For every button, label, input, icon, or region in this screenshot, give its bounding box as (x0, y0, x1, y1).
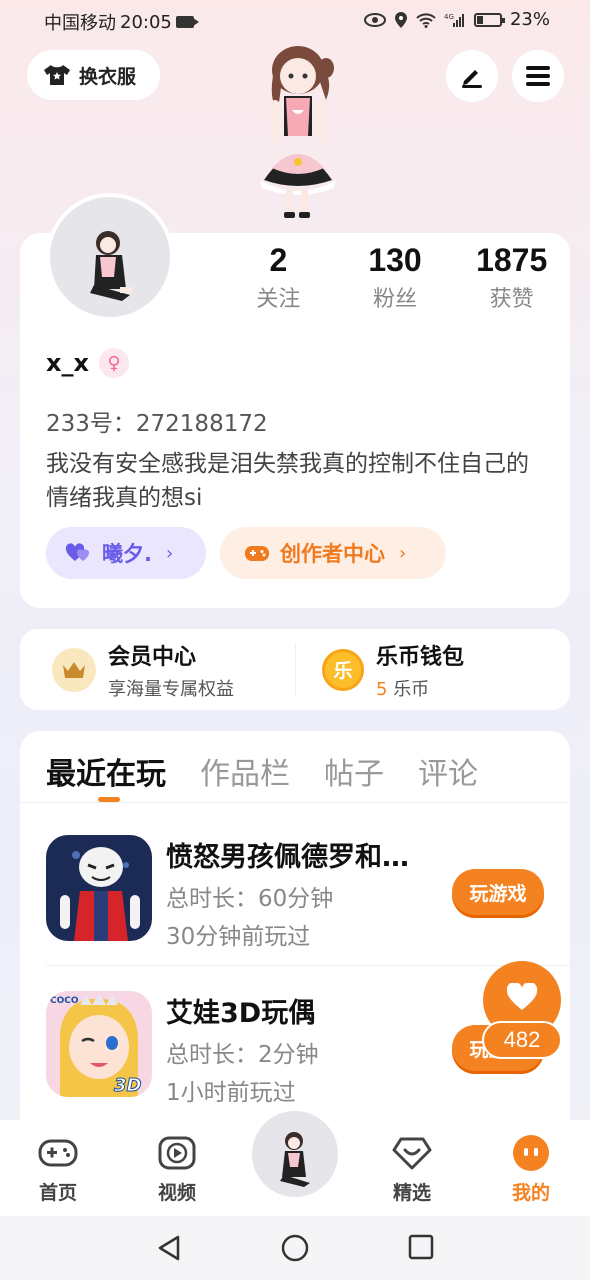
wifi-icon (416, 12, 436, 28)
heart-diamond-icon (391, 1134, 433, 1172)
coin-icon: 乐 (322, 648, 364, 691)
nav-home-label: 首页 (38, 1182, 77, 1204)
avatar-character-figure[interactable] (238, 40, 356, 220)
carrier-label: 中国移动 (44, 13, 116, 34)
username: x_x (46, 349, 89, 377)
recent-apps-icon[interactable] (408, 1234, 434, 1260)
wallet-unit: 乐币 (393, 678, 430, 700)
chevron-right-icon: › (399, 542, 407, 564)
wallet-title: 乐币钱包 (376, 644, 465, 670)
game-last-played: 1小时前玩过 (166, 1080, 296, 1106)
menu-button[interactable] (512, 50, 564, 102)
game-last-played: 30分钟前玩过 (166, 924, 311, 950)
battery-icon (473, 12, 505, 27)
game-icon-pedro (46, 835, 152, 941)
nav-home[interactable]: 首页 (18, 1134, 98, 1205)
nav-avatar-button[interactable] (249, 1108, 341, 1200)
signal-icon: 4G (444, 13, 464, 27)
change-outfit-button[interactable]: 换衣服 (27, 50, 160, 100)
wallet-entry[interactable]: 乐 乐币钱包 5 乐币 (322, 629, 464, 710)
nav-featured-label: 精选 (392, 1182, 431, 1204)
divider (295, 643, 296, 697)
play-game-button[interactable]: 玩游戏 (452, 869, 544, 915)
tshirt-icon (44, 65, 70, 85)
user-id: 233号：272188172 (46, 411, 268, 437)
back-icon[interactable] (156, 1234, 182, 1262)
chevron-right-icon: › (165, 542, 174, 564)
edit-button[interactable] (446, 50, 498, 102)
nav-video[interactable]: 视频 (137, 1134, 217, 1205)
eye-icon (363, 12, 386, 27)
stat-following[interactable]: 2 关注 (220, 242, 337, 313)
pencil-icon (462, 70, 482, 88)
member-wallet-card: 会员中心 享海量专属权益 乐 乐币钱包 5 乐币 (20, 629, 570, 710)
screen-record-icon (175, 16, 199, 28)
profile-stats: 2 关注 130 粉丝 1875 获赞 (230, 242, 570, 313)
username-row: x_x ♀ (46, 348, 129, 378)
member-center-entry[interactable]: 会员中心 享海量专属权益 (52, 629, 234, 710)
status-bar: 中国移动 20:05 4G 23% (0, 0, 590, 40)
stat-fans[interactable]: 130 粉丝 (337, 242, 454, 313)
game-row[interactable]: 愤怒男孩佩德罗和… 总时长：60分钟 30分钟前玩过 玩游戏 (46, 835, 566, 955)
location-icon (394, 11, 407, 28)
svg-text:3D: 3D (114, 1075, 142, 1096)
avatar[interactable] (46, 193, 174, 321)
wallet-balance: 5 (376, 678, 388, 700)
likes-count: 1875 (476, 242, 548, 278)
game-icon-ava-doll: COCO 3D (46, 991, 152, 1097)
tab-comments[interactable]: 评论 (418, 749, 478, 793)
gamepad-icon (245, 546, 269, 561)
battery-percent: 23% (509, 9, 550, 30)
user-bio: 我没有安全感我是泪失禁我真的控制不住自己的情绪我真的想si (46, 451, 529, 511)
double-heart-icon (66, 543, 89, 561)
friend-pill-label: 曦夕. (102, 542, 152, 566)
member-center-subtitle: 享海量专属权益 (108, 678, 234, 700)
video-play-icon (156, 1134, 198, 1172)
like-count-badge: 482 (482, 1021, 562, 1059)
game-duration: 总时长：60分钟 (166, 886, 334, 912)
game-divider (46, 965, 570, 966)
fans-label: 粉丝 (373, 287, 418, 312)
gamepad-icon (37, 1134, 79, 1172)
svg-text:COCO: COCO (50, 996, 79, 1006)
nav-mine[interactable]: 我的 (491, 1134, 571, 1205)
mine-face-icon (510, 1134, 552, 1172)
profile-tabs: 最近在玩 作品栏 帖子 评论 (46, 749, 478, 793)
stat-likes[interactable]: 1875 获赞 (453, 242, 570, 313)
tab-works[interactable]: 作品栏 (200, 749, 290, 793)
home-icon[interactable] (281, 1234, 309, 1262)
member-center-title: 会员中心 (108, 644, 197, 670)
likes-label: 获赞 (489, 287, 534, 312)
game-title: 愤怒男孩佩德罗和… (166, 842, 409, 873)
tab-posts[interactable]: 帖子 (324, 749, 384, 793)
nav-video-label: 视频 (157, 1182, 196, 1204)
creator-center-button[interactable]: 创作者中心 › (220, 527, 446, 579)
following-label: 关注 (256, 287, 301, 312)
system-navigation-bar (0, 1216, 590, 1280)
nav-featured[interactable]: 精选 (372, 1134, 452, 1205)
game-duration: 总时长：2分钟 (166, 1042, 319, 1068)
friend-pill-button[interactable]: 曦夕. › (46, 527, 206, 579)
menu-icon (526, 66, 550, 86)
game-title: 艾娃3D玩偶 (166, 998, 316, 1029)
following-count: 2 (269, 242, 288, 278)
change-outfit-label: 换衣服 (79, 65, 137, 88)
recent-games-card: 最近在玩 作品栏 帖子 评论 愤怒男孩佩德罗和… 总时长：60分钟 30分钟前玩 (20, 731, 570, 1151)
fans-count: 130 (368, 242, 422, 278)
female-gender-icon: ♀ (98, 348, 129, 378)
tab-recent[interactable]: 最近在玩 (46, 749, 166, 793)
heart-icon (506, 983, 538, 1010)
creator-center-label: 创作者中心 (280, 542, 385, 566)
crown-icon (52, 647, 96, 692)
svg-text:4G: 4G (444, 13, 454, 21)
clock: 20:05 (120, 11, 172, 33)
tabs-divider (20, 802, 570, 803)
nav-mine-label: 我的 (511, 1182, 550, 1204)
